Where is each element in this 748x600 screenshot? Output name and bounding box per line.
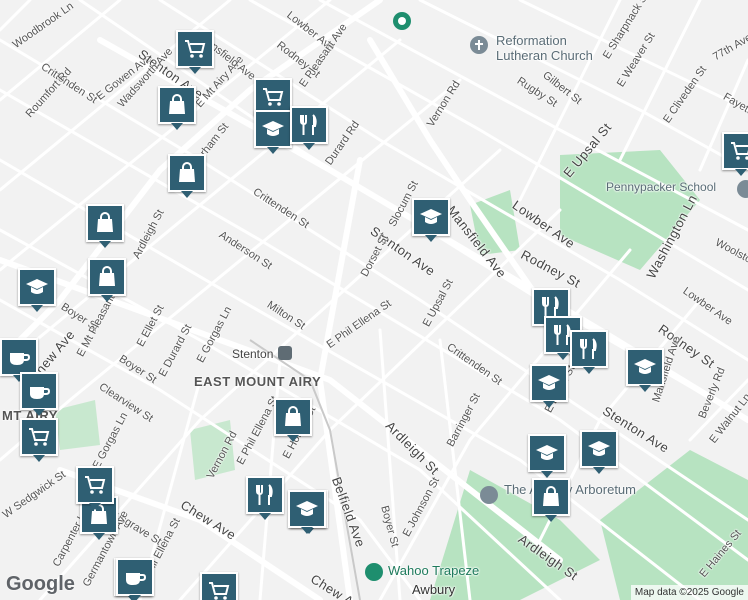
school-label[interactable]: Pennypacker School xyxy=(606,180,716,194)
shopping-bag-pin[interactable] xyxy=(86,204,124,248)
shopping-cart-icon xyxy=(207,579,231,600)
graduation-cap-pin[interactable] xyxy=(580,430,618,474)
graduation-cap-icon xyxy=(587,437,611,461)
restaurant-pin[interactable] xyxy=(246,476,284,520)
shopping-bag-icon xyxy=(175,161,199,185)
shopping-cart-icon xyxy=(183,37,207,61)
shopping-cart-pin[interactable] xyxy=(176,30,214,74)
graduation-cap-pin[interactable] xyxy=(528,434,566,478)
shopping-bag-icon xyxy=(165,93,189,117)
shopping-cart-pin[interactable] xyxy=(76,466,114,510)
shopping-cart-pin[interactable] xyxy=(200,572,238,600)
restaurant-pin[interactable] xyxy=(570,330,608,374)
school-poi-icon[interactable] xyxy=(737,180,748,198)
coffee-icon xyxy=(27,379,51,403)
wahoo-label[interactable]: Wahoo Trapeze xyxy=(388,563,479,578)
neighborhood-label: EAST MOUNT AIRY xyxy=(194,374,322,389)
coffee-pin[interactable] xyxy=(116,558,154,600)
graduation-cap-icon xyxy=(633,355,657,379)
awbury-label: Awbury xyxy=(412,582,456,597)
train-station-icon[interactable] xyxy=(278,346,292,360)
graduation-cap-icon xyxy=(295,497,319,521)
coffee-icon xyxy=(7,345,31,369)
graduation-cap-pin[interactable] xyxy=(626,348,664,392)
graduation-cap-icon xyxy=(419,205,443,229)
graduation-cap-icon xyxy=(261,117,285,141)
restaurant-icon xyxy=(297,113,321,137)
coffee-icon xyxy=(123,565,147,589)
restaurant-icon xyxy=(253,483,277,507)
google-logo: Google xyxy=(6,573,75,595)
graduation-cap-icon xyxy=(25,275,49,299)
restaurant-icon xyxy=(577,337,601,361)
coffee-pin[interactable] xyxy=(20,372,58,416)
graduation-cap-pin[interactable] xyxy=(530,364,568,408)
shopping-bag-icon xyxy=(95,265,119,289)
park-icon[interactable] xyxy=(393,12,411,30)
shopping-bag-pin[interactable] xyxy=(532,478,570,522)
graduation-cap-pin[interactable] xyxy=(412,198,450,242)
shopping-bag-icon xyxy=(93,211,117,235)
shopping-cart-icon xyxy=(27,425,51,449)
station-label[interactable]: Stenton xyxy=(232,347,273,361)
shopping-cart-pin[interactable] xyxy=(722,132,748,176)
shopping-bag-pin[interactable] xyxy=(88,258,126,302)
arboretum-label[interactable]: The Awbury Arboretum xyxy=(504,482,654,497)
shopping-bag-icon xyxy=(539,485,563,509)
shopping-bag-pin[interactable] xyxy=(274,398,312,442)
wahoo-poi-icon[interactable] xyxy=(365,563,383,581)
shopping-cart-icon xyxy=(83,473,107,497)
graduation-cap-pin[interactable] xyxy=(254,110,292,154)
park-east xyxy=(600,450,748,600)
graduation-cap-pin[interactable] xyxy=(288,490,326,534)
map-attribution[interactable]: Map data ©2025 Google xyxy=(630,585,748,600)
shopping-cart-icon xyxy=(729,139,748,163)
graduation-cap-pin[interactable] xyxy=(18,268,56,312)
shopping-bag-pin[interactable] xyxy=(158,86,196,130)
church-icon[interactable] xyxy=(470,36,488,54)
shopping-bag-pin[interactable] xyxy=(168,154,206,198)
graduation-cap-icon xyxy=(535,441,559,465)
shopping-cart-icon xyxy=(261,85,285,109)
graduation-cap-icon xyxy=(537,371,561,395)
map-canvas[interactable]: Woodbrook Ln Crittenden St Roumfort Rd E… xyxy=(0,0,748,600)
coffee-pin[interactable] xyxy=(0,338,38,382)
church-label[interactable]: Reformation Lutheran Church xyxy=(496,33,606,63)
shopping-bag-icon xyxy=(281,405,305,429)
arboretum-icon[interactable] xyxy=(480,486,498,504)
shopping-cart-pin[interactable] xyxy=(20,418,58,462)
restaurant-pin[interactable] xyxy=(290,106,328,150)
